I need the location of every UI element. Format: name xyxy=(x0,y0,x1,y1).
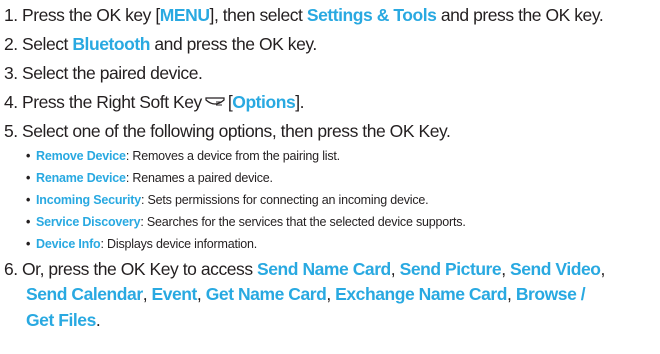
highlighted-term: Get Files xyxy=(26,310,96,330)
step-1: 1Press the OK key [MENU], then select Se… xyxy=(4,4,604,26)
right-soft-key-icon xyxy=(205,97,225,106)
step-text: ], then select xyxy=(209,5,307,25)
step-text: ]. xyxy=(295,92,305,112)
step-text: . xyxy=(95,310,101,330)
step-6-continuation: Send Calendar, Event, Get Name Card, Exc… xyxy=(26,283,586,305)
step-4: 4Press the Right Soft Key[Options]. xyxy=(4,91,305,113)
step-number: 2 xyxy=(4,33,22,55)
step-text: , xyxy=(142,284,152,304)
step-text: Select xyxy=(22,34,73,54)
instruction-document: 1Press the OK key [MENU], then select Se… xyxy=(0,0,660,354)
highlighted-term: Send Picture xyxy=(399,259,502,279)
bullet: • xyxy=(26,215,31,229)
option-description: : Removes a device from the pairing list… xyxy=(125,149,340,163)
option-description: : Displays device information. xyxy=(100,237,258,251)
highlighted-term: MENU xyxy=(159,5,210,25)
step-text: and press the OK key. xyxy=(149,34,317,54)
step-text: , xyxy=(501,259,511,279)
highlighted-term: Bluetooth xyxy=(72,34,150,54)
highlighted-term: Options xyxy=(232,92,296,112)
highlighted-term: Get Name Card xyxy=(205,284,327,304)
option-label: Rename Device xyxy=(36,171,126,185)
step-text: Press the OK key [ xyxy=(22,5,160,25)
step-text: Press the Right Soft Key xyxy=(22,92,202,112)
bullet: • xyxy=(26,193,31,207)
highlighted-term: Exchange Name Card xyxy=(335,284,508,304)
step-text: Or, press the OK Key to access xyxy=(22,259,258,279)
step-text: , xyxy=(390,259,400,279)
step-text: , xyxy=(196,284,206,304)
highlighted-term: Event xyxy=(151,284,198,304)
option-item: • Incoming Security: Sets permissions for… xyxy=(26,192,429,209)
highlighted-term: Settings & Tools xyxy=(306,5,437,25)
option-description: : Renames a paired device. xyxy=(125,171,273,185)
step-6-line: 6Or, press the OK Key to access Send Nam… xyxy=(4,258,605,280)
step-text: and press the OK key. xyxy=(436,5,604,25)
option-label: Remove Device xyxy=(36,149,126,163)
step-number: 6 xyxy=(4,258,22,280)
step-text: , xyxy=(600,259,606,279)
bullet: • xyxy=(26,149,31,163)
highlighted-term: Send Calendar xyxy=(26,284,143,304)
option-description: : Searches for the services that the sel… xyxy=(140,215,466,229)
highlighted-term: Send Name Card xyxy=(257,259,391,279)
step-2: 2Select Bluetooth and press the OK key. xyxy=(4,33,317,55)
option-description: : Sets permissions for connecting an inc… xyxy=(140,193,429,207)
step-text: , xyxy=(507,284,516,304)
option-item: • Device Info: Displays device informatio… xyxy=(26,236,257,253)
step-number: 1 xyxy=(4,4,22,26)
step-3: 3Select the paired device. xyxy=(4,62,203,84)
option-label: Device Info xyxy=(36,237,101,251)
highlighted-term: Send Video xyxy=(510,259,601,279)
option-label: Service Discovery xyxy=(36,215,141,229)
step-text: , xyxy=(326,284,336,304)
step-5: 5Select one of the following options, th… xyxy=(4,120,451,142)
option-label: Incoming Security xyxy=(36,193,141,207)
step-number: 3 xyxy=(4,62,22,84)
option-item: • Rename Device: Renames a paired device. xyxy=(26,170,273,187)
highlighted-term: Browse / xyxy=(515,284,586,304)
step-number: 4 xyxy=(4,91,22,113)
step-text: Select one of the following options, the… xyxy=(22,121,451,141)
bullet: • xyxy=(26,237,31,251)
bullet: • xyxy=(26,171,31,185)
option-item: • Service Discovery: Searches for the ser… xyxy=(26,214,466,231)
step-number: 5 xyxy=(4,120,22,142)
step-text: Select the paired device. xyxy=(22,63,203,83)
step-6-continuation: Get Files. xyxy=(26,309,101,331)
option-item: • Remove Device: Removes a device from th… xyxy=(26,148,340,165)
